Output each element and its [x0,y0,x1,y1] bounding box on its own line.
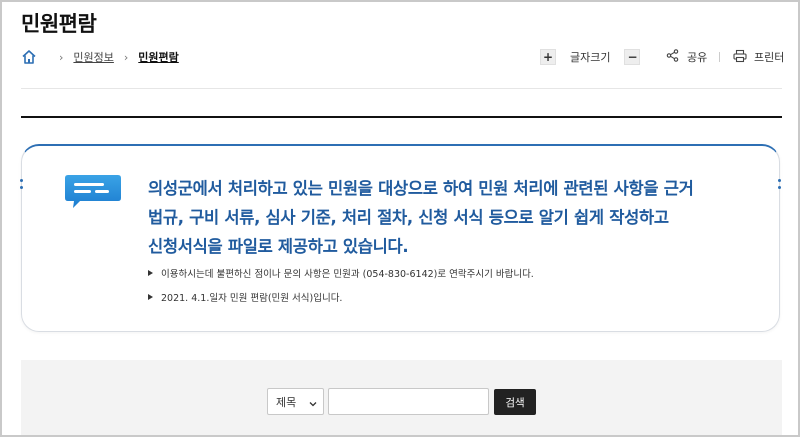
home-icon[interactable] [21,49,37,65]
chevron-right-icon: › [59,50,64,64]
share-button[interactable]: 공유 [666,48,707,66]
info-line: 신청서식을 파일로 제공하고 있습니다. [148,237,409,256]
utility-divider [719,52,720,62]
chat-bubble-icon [64,174,122,210]
bullet-text: 이용하시는데 불편하신 점이나 문의 사항은 민원과 (054-830-6142… [161,269,534,280]
font-size-controls: + 글자크기 − [540,48,641,66]
content-top-border [21,116,782,118]
print-label: 프린터 [754,51,785,64]
breadcrumb: › 민원정보 › 민원편람 [21,48,179,66]
info-line: 법규, 구비 서류, 심사 기준, 처리 절차, 신청 서식 등으로 알기 쉽게… [148,208,669,227]
info-line: 의성군에서 처리하고 있는 민원을 대상으로 하여 민원 처리에 관련된 사항을… [148,179,694,198]
info-box-right-dots [778,179,781,191]
share-icon [666,49,679,65]
font-increase-button[interactable]: + [540,49,556,65]
header-divider [21,88,782,89]
info-box-left-dots [20,179,23,191]
bullet-triangle-icon [148,270,153,276]
share-label: 공유 [687,51,708,64]
breadcrumb-item-minwon-info[interactable]: 민원정보 [73,49,113,65]
info-bullet: 이용하시는데 불편하신 점이나 문의 사항은 민원과 (054-830-6142… [148,266,534,280]
info-description: 의성군에서 처리하고 있는 민원을 대상으로 하여 민원 처리에 관련된 사항을… [148,174,758,261]
search-button[interactable]: 검색 [494,389,536,415]
bullet-text: 2021. 4.1.일자 민원 편람(민원 서식)입니다. [161,293,343,304]
page-title: 민원편람 [21,12,97,36]
print-button[interactable]: 프린터 [733,48,784,66]
info-bullet: 2021. 4.1.일자 민원 편람(민원 서식)입니다. [148,290,342,304]
printer-icon [733,49,747,66]
bullet-triangle-icon [148,294,153,300]
font-decrease-button[interactable]: − [624,49,641,65]
chevron-down-icon [309,398,317,407]
font-size-label: 글자크기 [570,51,611,64]
breadcrumb-item-current: 민원편람 [138,51,179,64]
search-input[interactable] [328,388,489,415]
search-category-value: 제목 [276,395,297,409]
chevron-right-icon: › [123,50,129,64]
page-frame: 민원편람 › 민원정보 › 민원편람 + 글자크기 − 공유 프린터 의성군에서… [0,0,800,437]
search-category-select[interactable]: 제목 [267,388,324,415]
